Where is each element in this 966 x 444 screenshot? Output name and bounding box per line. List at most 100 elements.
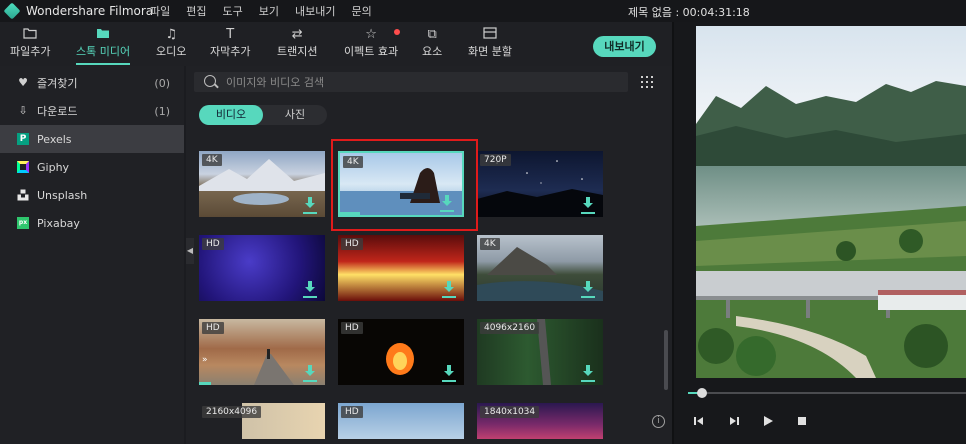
resolution-badge: 4K	[202, 154, 222, 166]
media-thumbnail[interactable]: 4096x2160	[477, 319, 603, 385]
download-icon[interactable]	[444, 365, 454, 379]
download-underline	[303, 212, 317, 214]
download-icon[interactable]	[583, 365, 593, 379]
media-thumbnail[interactable]: » HD	[199, 319, 325, 385]
resolution-badge: 4K	[480, 238, 500, 250]
media-type-toggle: 비디오 사진	[199, 105, 327, 125]
tool-add-title[interactable]: T 자막추가	[210, 27, 250, 59]
seek-track[interactable]	[688, 392, 966, 394]
sidebar-item-pixabay[interactable]: px Pixabay	[0, 209, 184, 237]
download-underline	[303, 296, 317, 298]
tool-stock-media[interactable]: 스톡 미디어	[76, 27, 131, 65]
tool-label: 이펙트 효과	[344, 45, 399, 58]
panel-divider[interactable]	[672, 22, 674, 444]
play-icon[interactable]	[761, 414, 775, 428]
export-button[interactable]: 내보내기	[593, 36, 656, 57]
resolution-badge: 1840x1034	[480, 406, 540, 418]
svg-text:»: »	[202, 355, 208, 365]
toolbar: 파일추가 스톡 미디어 ♫ 오디오 T 자막추가 ⇄ 트랜지션 ☆ 이펙트 효과…	[0, 22, 672, 66]
download-icon[interactable]	[305, 281, 315, 295]
sidebar-item-favorites[interactable]: ♥ 즐겨찾기 (0)	[0, 69, 184, 97]
resolution-badge: HD	[202, 238, 224, 250]
pixabay-icon: px	[17, 217, 29, 229]
notification-dot	[394, 29, 401, 35]
tool-effects[interactable]: ☆ 이펙트 효과	[344, 27, 401, 59]
search-icon	[204, 75, 216, 87]
resolution-badge: HD	[202, 322, 224, 334]
menu-file[interactable]: 파일	[150, 3, 170, 19]
tool-transition[interactable]: ⇄ 트랜지션	[277, 27, 317, 59]
menu-bar: 파일 편집 도구 보기 내보내기 문의	[150, 0, 388, 22]
menu-edit[interactable]: 편집	[186, 3, 206, 19]
tool-label: 트랜지션	[277, 45, 318, 58]
effects-icon: ☆	[365, 27, 377, 42]
sidebar-item-label: 즐겨찾기	[37, 77, 78, 90]
tool-label: 화면 분할	[468, 45, 512, 58]
transition-icon: ⇄	[291, 27, 303, 42]
next-frame-icon[interactable]	[727, 414, 741, 428]
pexels-icon: P	[17, 133, 29, 145]
download-underline	[442, 296, 456, 298]
stock-media-icon	[76, 27, 130, 43]
download-underline	[303, 380, 317, 382]
tool-label: 요소	[422, 45, 443, 58]
sidebar-item-label: Pexels	[37, 132, 72, 146]
menu-tools[interactable]: 도구	[223, 3, 243, 19]
sidebar-item-giphy[interactable]: Giphy	[0, 153, 184, 181]
media-thumbnail[interactable]: HD	[338, 319, 464, 385]
menu-view[interactable]: 보기	[259, 3, 279, 19]
heart-icon: ♥	[18, 76, 28, 89]
seek-handle[interactable]	[697, 388, 707, 398]
sidebar-item-label: 다운로드	[37, 105, 78, 118]
preview-frame-image	[696, 26, 966, 378]
filmora-logo-icon	[3, 2, 21, 20]
tool-label: 오디오	[156, 45, 187, 58]
download-icon[interactable]	[583, 197, 593, 211]
download-icon[interactable]	[305, 197, 315, 211]
text-icon: T	[226, 27, 235, 42]
sidebar-item-unsplash[interactable]: Unsplash	[0, 181, 184, 209]
search-box	[194, 72, 628, 92]
tab-video[interactable]: 비디오	[199, 105, 263, 125]
media-thumbnail[interactable]: 1840x1034	[477, 403, 603, 439]
media-thumbnail[interactable]: 2160x4096	[199, 403, 325, 439]
tool-split-screen[interactable]: 화면 분할	[468, 27, 512, 59]
resolution-badge: HD	[341, 238, 363, 250]
resolution-badge: HD	[341, 406, 363, 418]
tool-audio[interactable]: ♫ 오디오	[156, 27, 186, 59]
tool-label: 파일추가	[10, 45, 51, 58]
sidebar-item-pexels[interactable]: P Pexels	[0, 125, 184, 153]
tool-label: 자막추가	[210, 45, 251, 58]
sidebar-item-label: Giphy	[37, 160, 70, 174]
elements-icon: ⧉	[427, 27, 437, 42]
tool-elements[interactable]: ⧉ 요소	[422, 27, 442, 59]
sidebar-item-count: (1)	[154, 104, 170, 118]
grid-view-icon[interactable]	[641, 76, 653, 88]
download-icon[interactable]	[305, 365, 315, 379]
media-thumbnail[interactable]: HD	[199, 235, 325, 301]
tab-photo[interactable]: 사진	[263, 105, 327, 125]
menu-help[interactable]: 문의	[351, 3, 371, 19]
resolution-badge: 720P	[480, 154, 511, 166]
collapse-sidebar-button[interactable]: ◀	[186, 238, 194, 264]
menu-export[interactable]: 내보내기	[295, 3, 335, 19]
sidebar-item-downloads[interactable]: ⇩ 다운로드 (1)	[0, 97, 184, 125]
media-thumbnail[interactable]: 4K	[477, 235, 603, 301]
media-thumbnail[interactable]: 720P	[477, 151, 603, 217]
scrollbar[interactable]	[664, 330, 668, 390]
previous-frame-icon[interactable]	[692, 414, 706, 428]
download-progress	[199, 382, 211, 385]
search-input[interactable]	[226, 74, 616, 90]
tool-add-file[interactable]: 파일추가	[10, 27, 50, 59]
download-icon[interactable]	[583, 281, 593, 295]
highlight-box	[331, 139, 478, 231]
info-icon[interactable]: i	[652, 415, 665, 428]
media-thumbnail[interactable]: 4K	[199, 151, 325, 217]
media-thumbnail[interactable]: HD	[338, 403, 464, 439]
sidebar-item-label: Unsplash	[37, 188, 88, 202]
download-icon: ⇩	[18, 104, 28, 117]
download-icon[interactable]	[444, 281, 454, 295]
download-underline	[581, 380, 595, 382]
media-thumbnail[interactable]: HD	[338, 235, 464, 301]
stop-icon[interactable]	[795, 414, 809, 428]
